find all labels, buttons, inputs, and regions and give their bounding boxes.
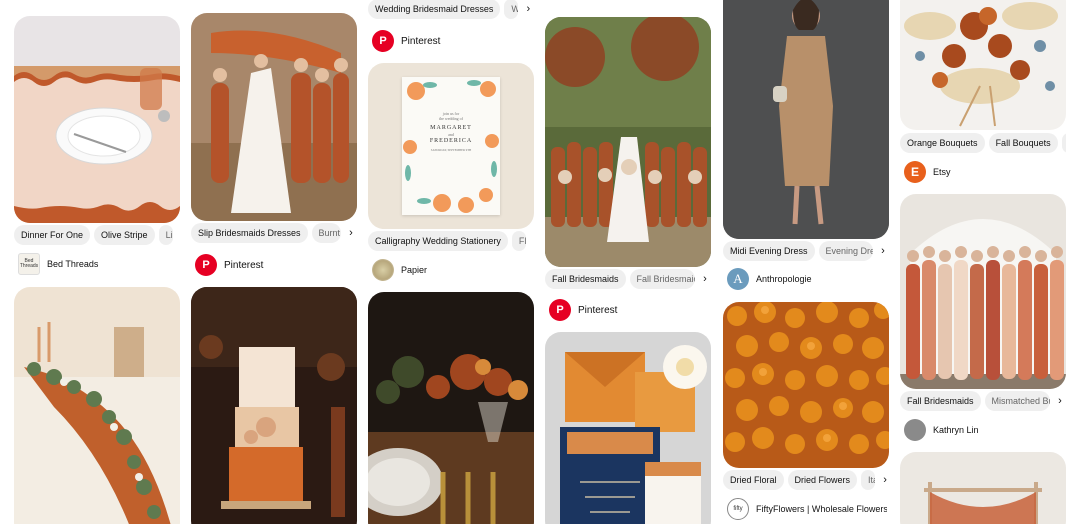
pin-image-mismatched-bridesmaids[interactable]: [900, 194, 1066, 389]
pin-image-bridesmaids-rust[interactable]: [191, 13, 357, 221]
tag-chip[interactable]: Olive Stripe: [94, 225, 155, 245]
chevron-right-icon[interactable]: ›: [1054, 395, 1066, 407]
pin-tag-chips: Wedding Bridesmaid Dresses Wedding ›: [368, 0, 534, 20]
pin-image-orange-cake[interactable]: [191, 287, 357, 524]
invite-name-2: FREDERICA: [429, 138, 473, 144]
chevron-right-icon[interactable]: ›: [522, 3, 534, 15]
masonry-column-3: Wedding Bridesmaid Dresses Wedding › P P…: [368, 0, 534, 524]
source-name: Pinterest: [578, 304, 618, 316]
masonry-column-5: Midi Evening Dress Evening Dresses › A A…: [723, 0, 889, 524]
pin-tag-chips: Fall Bridesmaids Fall Bridesmaid Dresses…: [545, 268, 711, 290]
pin-source[interactable]: A Anthropologie: [727, 268, 887, 290]
pin-tag-chips: Dinner For One Olive Stripe Linen ›: [14, 224, 180, 246]
pin-image-autumn-table[interactable]: [368, 292, 534, 524]
chevron-right-icon[interactable]: ›: [345, 227, 357, 239]
bed-threads-logo-icon: Bed Threads: [18, 253, 40, 275]
pin-source[interactable]: Bed Threads Bed Threads: [18, 253, 178, 275]
source-name: Papier: [401, 265, 428, 275]
tag-chip[interactable]: Slip Bridesmaids Dresses: [191, 223, 308, 243]
tag-chip[interactable]: Calligraphy Wedding Stationery: [368, 231, 508, 251]
etsy-logo-icon: E: [904, 161, 926, 183]
masonry-column-6: Orange Bouquets Fall Bouquets B › E Etsy: [900, 0, 1066, 524]
tag-chip[interactable]: Burnt Orange: [311, 223, 341, 243]
tag-chip[interactable]: Mismatched Brides: [984, 391, 1050, 411]
pin-image-orange-bouquet[interactable]: [900, 0, 1066, 130]
source-name: Anthropologie: [756, 274, 812, 284]
source-name: FiftyFlowers | Wholesale Flowers ...: [756, 504, 887, 514]
user-avatar: [904, 419, 926, 441]
source-name: Etsy: [933, 167, 951, 177]
invite-line-2: the wedding of: [439, 116, 463, 121]
pin-source[interactable]: P Pinterest: [195, 254, 355, 276]
source-name: Pinterest: [224, 259, 264, 271]
tag-chip[interactable]: Midi Evening Dress: [723, 241, 815, 261]
masonry-column-4: Fall Bridesmaids Fall Bridesmaid Dresses…: [545, 0, 711, 524]
pin-tag-chips: Midi Evening Dress Evening Dresses ›: [723, 240, 889, 262]
source-name: Kathryn Lin: [933, 425, 979, 435]
pin-source[interactable]: Papier: [372, 259, 532, 281]
tag-chip[interactable]: B: [1061, 133, 1066, 153]
pinterest-logo-icon: P: [549, 299, 571, 321]
pin-image-table-setting[interactable]: [14, 16, 180, 223]
tag-chip[interactable]: Italian: [861, 470, 876, 490]
tag-chip[interactable]: Fall Bridesmaid Dresses: [629, 269, 695, 289]
chevron-right-icon[interactable]: ›: [699, 273, 711, 285]
tag-chip[interactable]: Dinner For One: [14, 225, 91, 245]
tag-chip[interactable]: Dried Floral: [723, 470, 784, 490]
pin-tag-chips: Fall Bridesmaids Mismatched Brides ›: [900, 390, 1066, 412]
tag-chip[interactable]: Linen: [158, 225, 173, 245]
pin-image-orange-envelopes[interactable]: [545, 332, 711, 524]
pin-source[interactable]: P Pinterest: [372, 30, 532, 52]
tag-chip[interactable]: Orange Bouquets: [900, 133, 985, 153]
pin-source[interactable]: Kathryn Lin: [904, 419, 1064, 441]
pin-image-midi-dress[interactable]: [723, 0, 889, 239]
tag-chip[interactable]: Fall Bouquets: [988, 133, 1058, 153]
fiftyflowers-logo-icon: fifty: [727, 498, 749, 520]
tag-chip[interactable]: Fall Bridesmaids: [545, 269, 626, 289]
source-name: Bed Threads: [47, 259, 99, 269]
tag-chip[interactable]: Wedding Bridesmaid Dresses: [368, 0, 501, 19]
anthropologie-logo-icon: A: [727, 268, 749, 290]
chevron-right-icon[interactable]: ›: [879, 474, 889, 486]
pin-tag-chips: Slip Bridesmaids Dresses Burnt Orange ›: [191, 222, 357, 244]
tag-chip[interactable]: Dried Flowers: [787, 470, 858, 490]
pin-source[interactable]: fifty FiftyFlowers | Wholesale Flowers .…: [727, 498, 887, 520]
masonry-column-1: Dinner For One Olive Stripe Linen › BedT…: [14, 0, 180, 524]
tag-chip[interactable]: Evening Dresses: [818, 241, 873, 261]
invite-name-1: MARGARET: [430, 125, 472, 131]
pin-tag-chips: Dried Floral Dried Flowers Italian ›: [723, 469, 889, 491]
pin-tag-chips: Orange Bouquets Fall Bouquets B ›: [900, 132, 1066, 154]
pinterest-logo-icon: P: [372, 30, 394, 52]
invite-details: SATURDAY, SEPTEMBER 9TH: [430, 148, 472, 152]
chevron-right-icon[interactable]: ›: [177, 229, 180, 241]
pin-image-table-garland[interactable]: [14, 287, 180, 524]
tag-chip[interactable]: Wedding: [504, 0, 519, 19]
invite-card: join us for the wedding of MARGARET and …: [402, 77, 500, 215]
tag-chip[interactable]: Fall Bridesmaids: [900, 391, 981, 411]
tag-chip[interactable]: Flo: [511, 231, 526, 251]
masonry-column-2: Slip Bridesmaids Dresses Burnt Orange › …: [191, 0, 357, 524]
source-name: Pinterest: [401, 35, 441, 47]
pin-image-ceremony-arch[interactable]: [900, 452, 1066, 524]
pin-image-dried-flowers[interactable]: [723, 302, 889, 468]
pin-source[interactable]: P Pinterest: [549, 299, 709, 321]
pin-tag-chips: Calligraphy Wedding Stationery Flo ›: [368, 230, 534, 252]
pinterest-logo-icon: P: [195, 254, 217, 276]
pin-image-wedding-invite[interactable]: join us for the wedding of MARGARET and …: [368, 63, 534, 229]
pin-image-fall-bridesmaids[interactable]: [545, 17, 711, 267]
chevron-right-icon[interactable]: ›: [530, 235, 534, 247]
papier-logo-icon: [372, 259, 394, 281]
pin-source[interactable]: E Etsy: [904, 161, 1064, 183]
chevron-right-icon[interactable]: ›: [877, 245, 889, 257]
